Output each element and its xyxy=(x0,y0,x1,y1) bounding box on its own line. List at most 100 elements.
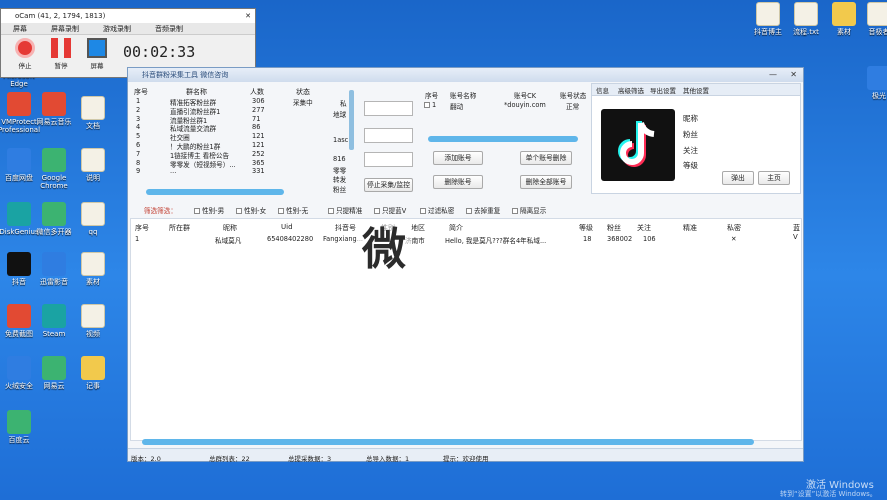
desktop-icon-doc6[interactable]: 记事 xyxy=(70,356,116,390)
group-cell-count: 306 xyxy=(252,97,265,105)
checkbox[interactable] xyxy=(466,208,472,214)
delete-single-button[interactable]: 单个账号删除 xyxy=(520,151,572,165)
checkbox[interactable] xyxy=(194,208,200,214)
input-field-2[interactable] xyxy=(364,128,413,143)
res-cell-private: ✕ xyxy=(731,235,737,243)
ocam-tab-1[interactable]: 屏幕录制 xyxy=(39,23,91,34)
desktop-icon-doc4[interactable]: 素材 xyxy=(70,252,116,286)
desktop-icon-xunlei[interactable]: 百度云 xyxy=(0,410,42,444)
checkbox[interactable] xyxy=(512,208,518,214)
mid-text: 粉丝 xyxy=(333,186,347,194)
group-cell-count: 252 xyxy=(252,149,265,158)
group-cell-no: 2 xyxy=(136,105,141,114)
filter-male[interactable]: 性别-男 xyxy=(194,205,224,215)
checkbox[interactable] xyxy=(328,208,334,214)
filter-female[interactable]: 性别-女 xyxy=(236,205,266,215)
res-col-11: 精准 xyxy=(683,224,697,232)
checkbox[interactable] xyxy=(278,208,284,214)
folder-icon xyxy=(81,356,105,380)
account-hscroll[interactable] xyxy=(428,136,578,142)
res-cell-intro: Hello, 我是莫凡???群名4年私域... xyxy=(445,237,547,245)
steam-icon xyxy=(42,304,66,328)
player-icon xyxy=(42,252,66,276)
ocam-title: oCam (41, 2, 1794, 1813) xyxy=(15,12,106,20)
group-hscroll[interactable] xyxy=(146,189,284,195)
window-title: 抖音群粉采集工具 微信咨询 xyxy=(142,71,229,79)
group-cell-status: 采集中 xyxy=(293,99,313,107)
res-col-10: 关注 xyxy=(637,224,651,232)
tab-info[interactable]: 信息 xyxy=(596,85,609,95)
add-account-button[interactable]: 添加账号 xyxy=(433,151,483,165)
filter-isolate[interactable]: 隔离显示 xyxy=(512,205,546,215)
filter-bluev[interactable]: 只提蓝V xyxy=(374,205,406,215)
cloud-icon xyxy=(7,148,31,172)
disk-icon xyxy=(7,202,31,226)
desktop-icon-3[interactable]: 音极者 xyxy=(856,2,887,36)
ocam-tab-2[interactable]: 游戏录制 xyxy=(91,23,143,34)
group-cell-count: 277 xyxy=(252,105,265,114)
tab-export[interactable]: 导出设置 xyxy=(650,85,676,95)
checkbox[interactable] xyxy=(420,208,426,214)
checkbox[interactable] xyxy=(374,208,380,214)
mid-text: 私 xyxy=(340,100,347,108)
filter-precise[interactable]: 只提精准 xyxy=(328,205,362,215)
status-bar: 版本：2.0 总群列表：22 总提采数据：3 总导入数据：1 提示：欢迎使用 xyxy=(128,448,803,463)
desktop-icon-4[interactable]: 极光 xyxy=(856,66,887,100)
stop-collect-button[interactable]: 停止采集/监控 xyxy=(364,178,413,192)
window-titlebar: 抖音群粉采集工具 微信咨询 xyxy=(128,68,803,82)
pause-button[interactable]: 暂停 xyxy=(43,38,79,70)
acc-col-name: 账号名称 xyxy=(450,92,477,100)
tiktok-icon xyxy=(7,252,31,276)
filter-dedupe[interactable]: 去掉重复 xyxy=(466,205,500,215)
screen-button[interactable]: 屏幕 xyxy=(79,38,115,70)
app-icon xyxy=(7,410,31,434)
minimize-icon[interactable]: — xyxy=(769,70,777,79)
results-hscroll[interactable] xyxy=(142,439,754,445)
res-col-8: 等级 xyxy=(579,224,593,232)
checkbox[interactable] xyxy=(236,208,242,214)
ocam-tab-0[interactable]: 屏幕 xyxy=(1,23,39,34)
desktop-icon-doc5[interactable]: 视频 xyxy=(70,304,116,338)
app-icon xyxy=(867,66,887,90)
profile-label-follow: 关注 xyxy=(683,146,698,155)
group-cell-no: 8 xyxy=(136,158,141,167)
desktop-icon-doc1[interactable]: 文档 xyxy=(70,96,116,130)
filter-none[interactable]: 性别-无 xyxy=(278,205,308,215)
tab-advanced-filter[interactable]: 高级筛选 xyxy=(618,85,644,95)
filter-private[interactable]: 过滤私密 xyxy=(420,205,454,215)
account-checkbox[interactable] xyxy=(424,102,430,108)
ocam-tab-3[interactable]: 音频录制 xyxy=(143,23,195,34)
file-icon xyxy=(81,252,105,276)
group-cell-no: 7 xyxy=(136,149,141,158)
acc-no: 1 xyxy=(432,101,437,109)
acc-col-no: 序号 xyxy=(425,92,439,100)
close-icon[interactable]: ✕ xyxy=(790,70,797,79)
homepage-button[interactable]: 主页 xyxy=(758,171,790,185)
res-cell-nick: 私域莫凡 xyxy=(215,237,242,245)
stop-button[interactable]: 停止 xyxy=(7,38,43,70)
file-icon xyxy=(81,96,105,120)
res-col-13: 蓝V xyxy=(793,224,800,241)
res-col-12: 私密 xyxy=(727,224,741,232)
mid-text: 1asc xyxy=(333,136,349,144)
desktop-icon-doc3[interactable]: qq xyxy=(70,202,116,236)
activate-windows-sub: 转到“设置”以激活 Windows。 xyxy=(780,490,877,498)
mid-text: 地球 xyxy=(333,111,347,119)
group-vscroll[interactable] xyxy=(349,90,354,150)
main-window: 抖音群粉采集工具 微信咨询 — ✕ 序号 群名称 人数 状态 1 精准拓客粉丝群 3… xyxy=(127,67,804,463)
vmprotect-icon xyxy=(7,92,31,116)
input-field-1[interactable] xyxy=(364,101,413,116)
overlay-char: 微 xyxy=(356,222,412,278)
res-cell-level: 18 xyxy=(583,235,592,243)
group-cell-no: 1 xyxy=(136,97,141,105)
tab-other[interactable]: 其他设置 xyxy=(683,85,709,95)
group-cell-count: 86 xyxy=(252,123,261,132)
close-icon[interactable]: ✕ xyxy=(245,9,251,23)
ocam-tabs: 屏幕 屏幕录制 游戏录制 音频录制 xyxy=(1,23,255,35)
popup-button[interactable]: 弹出 xyxy=(722,171,754,185)
desktop-icon-doc2[interactable]: 说明 xyxy=(70,148,116,182)
input-field-3[interactable] xyxy=(364,152,413,167)
group-cell-name: ... xyxy=(170,167,177,176)
delete-account-button[interactable]: 删除账号 xyxy=(433,175,483,189)
delete-all-button[interactable]: 删除全部账号 xyxy=(520,175,572,189)
